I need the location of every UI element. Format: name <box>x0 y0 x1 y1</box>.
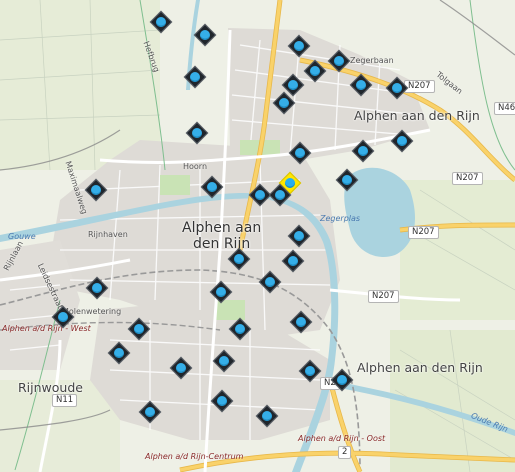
station-label-west: Alphen a/d Rijn - West <box>2 324 91 333</box>
place-label-rijnhaven: Rijnhaven <box>88 230 128 239</box>
station-label-centrum: Alphen a/d Rijn-Centrum <box>145 452 244 461</box>
road-shield-n207-c: N207 <box>408 226 439 239</box>
street-label-zegerbaan: Zegerbaan <box>350 56 394 65</box>
place-label-alphen-se: Alphen aan den Rijn <box>357 360 483 375</box>
road-shield-n207-a: N207 <box>404 80 435 93</box>
road-shield-n207-b: N207 <box>452 172 483 185</box>
water-label-zegerplas: Zegerplas <box>320 214 361 223</box>
road-shield-n460: N460 <box>494 102 515 115</box>
road-shield-n207-d: N207 <box>368 290 399 303</box>
street-label-hoorn: Hoorn <box>183 162 208 171</box>
road-shield-n11: N11 <box>52 394 78 407</box>
map-view[interactable]: Alphen aan den Rijn Alphen aan den Rijn … <box>0 0 515 472</box>
place-label-alphen-ne: Alphen aan den Rijn <box>354 108 480 123</box>
place-label-alphen-center-line1: Alphen aan <box>182 220 262 236</box>
place-label-rijnwoude: Rijnwoude <box>18 380 83 395</box>
place-label-alphen-center: Alphen aan den Rijn <box>182 220 261 252</box>
station-label-oost: Alphen a/d Rijn - Oost <box>298 434 386 443</box>
road-shield-n2-east: 2 <box>338 446 352 459</box>
place-label-alphen-center-line2: den Rijn <box>193 236 251 252</box>
water-label-gouwe: Gouwe <box>8 232 36 241</box>
